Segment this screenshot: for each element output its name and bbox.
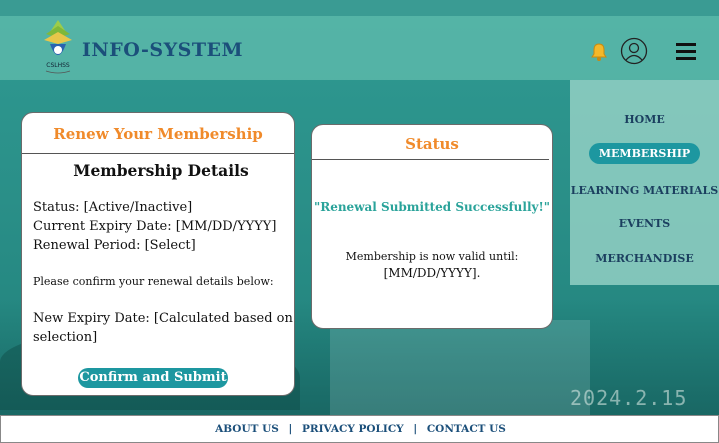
valid-until-label: Membership is now valid until:	[345, 250, 519, 263]
confirm-prompt: Please confirm your renewal details belo…	[33, 275, 274, 288]
footer-bar: ABOUT US | PRIVACY POLICY | CONTACT US	[0, 415, 719, 443]
footer-separator: |	[413, 423, 418, 435]
side-nav-menu: HOME MEMBERSHIP LEARNING MATERIALS EVENT…	[570, 80, 719, 285]
divider	[312, 159, 549, 160]
footer-link-about[interactable]: ABOUT US	[215, 423, 279, 435]
nav-item-events[interactable]: EVENTS	[570, 217, 719, 230]
membership-details-heading: Membership Details	[73, 161, 249, 180]
nav-item-merchandise[interactable]: MERCHANDISE	[570, 252, 719, 265]
confirm-submit-button[interactable]: Confirm and Submit	[78, 368, 228, 388]
logo-text: CSLHSS	[46, 62, 70, 69]
renewal-period-line[interactable]: Renewal Period: [Select]	[33, 238, 196, 253]
nav-item-membership[interactable]: MEMBERSHIP	[570, 143, 719, 164]
nav-item-label: EVENTS	[618, 217, 671, 230]
nav-item-label: HOME	[624, 113, 665, 126]
valid-until-text: Membership is now valid until: [MM/DD/YY…	[322, 248, 542, 282]
top-strip	[0, 0, 719, 16]
status-line: Status: [Active/Inactive]	[33, 200, 193, 215]
brand-title: INFO-SYSTEM	[82, 39, 244, 61]
background-building	[330, 320, 590, 415]
valid-until-date: [MM/DD/YYYY].	[383, 266, 481, 280]
bell-icon[interactable]	[590, 42, 608, 62]
nav-item-home[interactable]: HOME	[570, 113, 719, 126]
new-expiry-line: New Expiry Date: [Calculated based on	[33, 311, 293, 326]
footer-link-contact[interactable]: CONTACT US	[427, 423, 506, 435]
status-card-title: Status	[405, 135, 459, 153]
logo-icon[interactable]: CSLHSS	[40, 18, 76, 76]
user-avatar-icon[interactable]	[620, 37, 648, 65]
footer-links: ABOUT US | PRIVACY POLICY | CONTACT US	[1, 423, 719, 435]
status-card: Status "Renewal Submitted Successfully!"…	[311, 124, 553, 329]
renew-membership-card: Renew Your Membership Membership Details…	[21, 112, 295, 396]
nav-item-label: MERCHANDISE	[595, 252, 694, 265]
renew-card-title: Renew Your Membership	[53, 125, 263, 143]
nav-item-label: MEMBERSHIP	[588, 143, 701, 164]
header-bar: CSLHSS INFO-SYSTEM	[0, 16, 719, 80]
hamburger-menu-icon[interactable]	[676, 43, 696, 60]
nav-item-label: LEARNING MATERIALS	[570, 184, 719, 197]
divider	[22, 153, 294, 154]
footer-separator: |	[288, 423, 293, 435]
current-expiry-line: Current Expiry Date: [MM/DD/YYYY]	[33, 219, 277, 234]
new-expiry-line-continued: selection]	[33, 330, 98, 345]
footer-link-privacy[interactable]: PRIVACY POLICY	[302, 423, 404, 435]
success-message: "Renewal Submitted Successfully!"	[313, 200, 551, 214]
nav-item-learning-materials[interactable]: LEARNING MATERIALS	[570, 184, 719, 197]
background-date-stamp: 2024.2.15	[570, 386, 688, 410]
